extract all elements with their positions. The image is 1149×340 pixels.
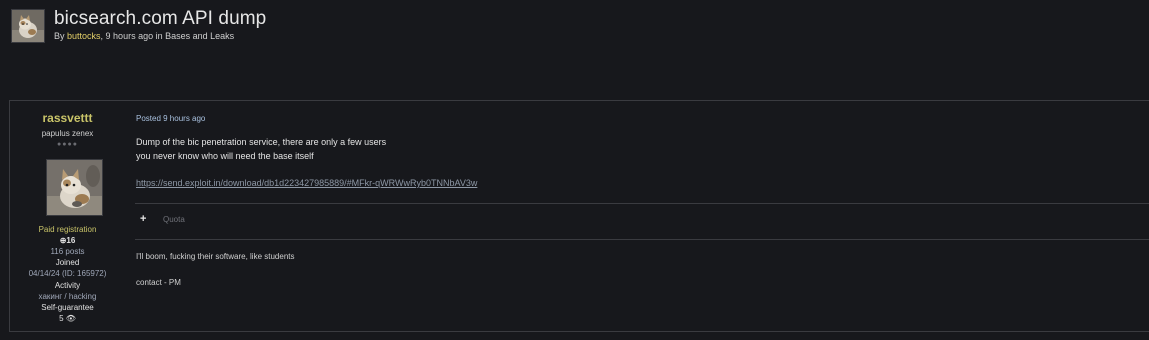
activity-label: Activity — [54, 281, 81, 290]
author-avatar-small[interactable] — [11, 9, 45, 43]
topic-meta: By buttocks, 9 hours ago in Bases and Le… — [54, 31, 234, 41]
signature-line-2: contact - PM — [136, 278, 181, 287]
divider — [135, 203, 1149, 204]
signature-divider — [135, 239, 1149, 240]
activity-value: хакинг / hacking — [38, 292, 97, 301]
rank-pips: ●●●● — [57, 141, 78, 148]
self-guarantee-value: 5 👁 — [59, 314, 76, 323]
meta-time: , 9 hours ago in — [100, 31, 166, 41]
signature-line-1: I'll boom, fucking their software, like … — [136, 252, 295, 261]
meta-prefix: By — [54, 31, 68, 41]
download-link[interactable]: https://send.exploit.in/download/db1d223… — [136, 178, 477, 188]
forum-link[interactable]: Bases and Leaks — [165, 31, 234, 41]
member-group: Paid registration — [38, 225, 97, 234]
kitten-avatar-icon — [47, 160, 102, 215]
topic-title: bicsearch.com API dump — [54, 8, 267, 29]
reputation-badge[interactable]: ⊕16 — [10, 236, 125, 245]
page: bicsearch.com API dump By buttocks, 9 ho… — [0, 0, 1149, 340]
quote-button[interactable]: Quota — [163, 215, 185, 224]
post-date[interactable]: Posted 9 hours ago — [136, 114, 205, 123]
joined-label: Joined — [55, 258, 80, 267]
joined-value: 04/14/24 (ID: 165972) — [28, 269, 107, 278]
author-title: papulus zenex — [41, 129, 94, 138]
kitten-avatar-icon — [12, 10, 44, 42]
post-content: Posted 9 hours ago Dump of the bic penet… — [135, 101, 1149, 331]
post: rassvettt papulus zenex ●●●● Paid regist… — [9, 100, 1149, 332]
topic-author-link[interactable]: buttocks — [67, 31, 101, 41]
author-name[interactable]: rassvettt — [10, 111, 125, 125]
self-guarantee-label: Self-guarantee — [41, 303, 94, 312]
plus-icon[interactable]: + — [140, 213, 146, 225]
author-panel: rassvettt papulus zenex ●●●● Paid regist… — [10, 101, 125, 331]
post-count[interactable]: 116 posts — [10, 247, 125, 256]
avatar[interactable] — [46, 159, 103, 216]
post-body-line-2: you never know who will need the base it… — [136, 151, 314, 161]
post-body-line-1: Dump of the bic penetration service, the… — [136, 137, 387, 147]
